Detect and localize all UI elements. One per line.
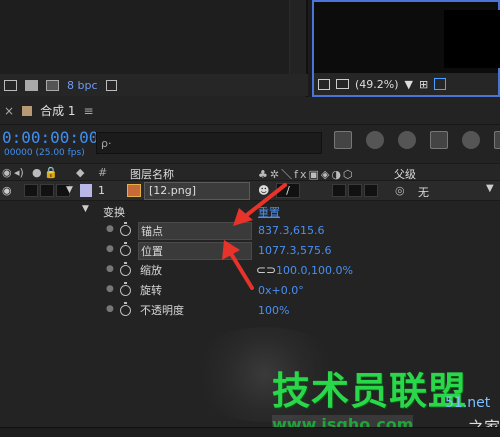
zoom-level[interactable]: (49.2%): [355, 78, 399, 91]
bullet-icon: ●: [106, 284, 114, 294]
tab-menu-icon[interactable]: ≡: [84, 104, 94, 118]
viewer-footer: (49.2%) ▼ ⊞: [314, 73, 498, 95]
region-of-interest-icon[interactable]: [434, 78, 447, 90]
project-list-area: [0, 0, 290, 74]
audio-column-icon[interactable]: ◂): [14, 166, 24, 179]
frame-info: 00000 (25.00 fps): [4, 148, 85, 158]
annotation-arrow-down: [233, 183, 287, 226]
current-time-display[interactable]: 0:00:00:00: [2, 128, 98, 147]
property-value[interactable]: 100%: [258, 304, 289, 317]
project-footer: 8 bpc: [0, 74, 308, 96]
column-parent[interactable]: 父级: [394, 166, 416, 182]
close-tab-icon[interactable]: ×: [4, 104, 14, 118]
lock-column-icon[interactable]: 🔒: [44, 166, 58, 179]
solo-toggle[interactable]: [40, 184, 54, 197]
transform-twirl-icon[interactable]: ▼: [82, 204, 89, 214]
new-folder-icon[interactable]: [25, 79, 38, 91]
comp-flowchart-icon[interactable]: [334, 131, 352, 149]
watermark-text: 技术员联盟: [272, 369, 468, 413]
comp-color-swatch: [22, 105, 33, 116]
zoom-dropdown-icon[interactable]: ▼: [405, 78, 413, 91]
layer-search-input[interactable]: ρ·: [96, 132, 322, 154]
parent-dropdown-icon[interactable]: ▼: [486, 183, 494, 194]
pick-whip-icon[interactable]: ◎: [395, 184, 405, 197]
project-panel: 8 bpc: [0, 0, 308, 97]
transform-label: 变换: [103, 206, 125, 219]
stopwatch-icon[interactable]: [120, 222, 131, 236]
trash-icon[interactable]: [105, 79, 117, 91]
column-number[interactable]: #: [98, 166, 107, 179]
new-composition-icon[interactable]: [46, 79, 59, 91]
switch-box-3[interactable]: [364, 184, 378, 197]
interpret-footage-icon[interactable]: [4, 79, 17, 91]
watermark-net: 51.net: [445, 395, 491, 411]
search-icon: ρ·: [101, 136, 112, 150]
bullet-icon: ●: [106, 244, 114, 254]
layer-type-icon: [127, 184, 141, 197]
frame-blending-icon[interactable]: [430, 131, 448, 149]
viewer-canvas: [444, 10, 500, 68]
layer-label-color[interactable]: [80, 184, 92, 197]
layer-number: 1: [98, 184, 105, 197]
time-controls: 0:00:00:00 00000 (25.00 fps) ρ·: [0, 125, 500, 163]
composition-viewer: (49.2%) ▼ ⊞: [312, 0, 500, 97]
property-label: 缩放: [140, 264, 162, 277]
property-opacity[interactable]: ● 不透明度 100%: [0, 301, 500, 321]
bit-depth-button[interactable]: 8 bpc: [67, 79, 98, 92]
bullet-icon: ●: [106, 304, 114, 314]
timeline-bottom-bar: [0, 427, 500, 437]
stopwatch-icon[interactable]: [120, 282, 131, 296]
stopwatch-icon[interactable]: [120, 302, 131, 316]
tab-composition[interactable]: 合成 1: [40, 102, 75, 119]
parent-select[interactable]: 无: [418, 184, 429, 200]
timeline-toolbar: [334, 131, 500, 149]
snapshot-icon[interactable]: [318, 78, 330, 90]
property-value[interactable]: 100.0,100.0%: [276, 264, 353, 277]
stopwatch-icon[interactable]: [120, 262, 131, 276]
property-label: 不透明度: [140, 304, 184, 317]
switch-box-2[interactable]: [348, 184, 362, 197]
layer-column-header: ◉ ◂) ● 🔒 ◆ # 图层名称 ♣✲＼fx▣◈◑⬡ 父级: [0, 163, 500, 181]
bullet-icon: ●: [106, 264, 114, 274]
solo-column-icon[interactable]: ●: [32, 166, 42, 179]
annotation-arrow-up: [222, 240, 254, 290]
column-layer-name[interactable]: 图层名称: [130, 166, 174, 182]
property-label: 旋转: [140, 284, 162, 297]
graph-editor-icon[interactable]: [494, 131, 500, 149]
property-value[interactable]: 1077.3,575.6: [258, 244, 331, 257]
eye-column-icon[interactable]: ◉: [2, 166, 12, 179]
shy-layers-icon[interactable]: [398, 131, 416, 149]
switch-box-1[interactable]: [332, 184, 346, 197]
layer-twirl-icon[interactable]: ▼: [66, 185, 73, 195]
audio-toggle[interactable]: [24, 184, 38, 197]
motion-blur-icon[interactable]: [462, 131, 480, 149]
timeline-tab-bar: × 合成 1 ≡: [0, 97, 500, 125]
draft-3d-icon[interactable]: [366, 131, 384, 149]
visibility-eye-icon[interactable]: ◉: [2, 184, 12, 197]
stopwatch-icon[interactable]: [120, 242, 131, 256]
monitor-icon[interactable]: [336, 79, 349, 89]
grid-icon[interactable]: ⊞: [419, 78, 428, 91]
bullet-icon: ●: [106, 224, 114, 234]
label-column-icon[interactable]: ◆: [76, 166, 84, 179]
